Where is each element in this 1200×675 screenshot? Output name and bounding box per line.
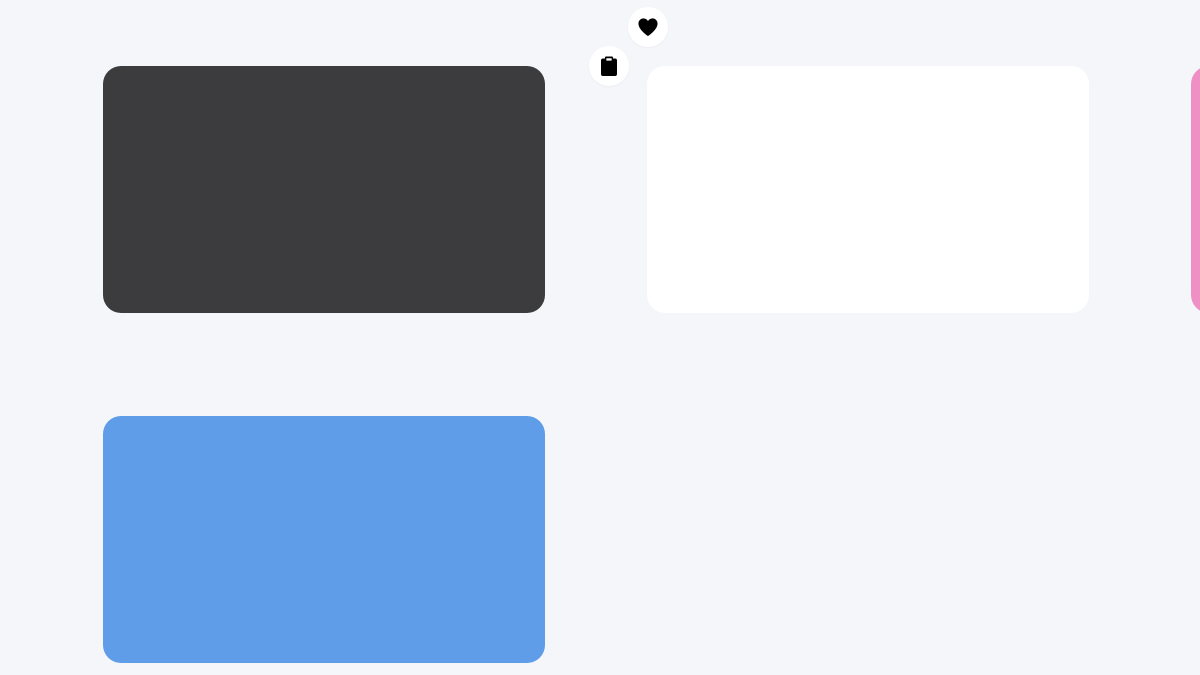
clipboard-button[interactable]: [589, 46, 629, 86]
favorite-button[interactable]: [628, 7, 668, 47]
card-pink[interactable]: [1191, 66, 1200, 313]
card-blue[interactable]: [103, 416, 545, 663]
heart-icon: [637, 17, 659, 37]
card-dark[interactable]: [103, 66, 545, 313]
card-white[interactable]: [647, 66, 1089, 313]
clipboard-icon: [600, 55, 618, 77]
canvas: [0, 0, 1200, 675]
